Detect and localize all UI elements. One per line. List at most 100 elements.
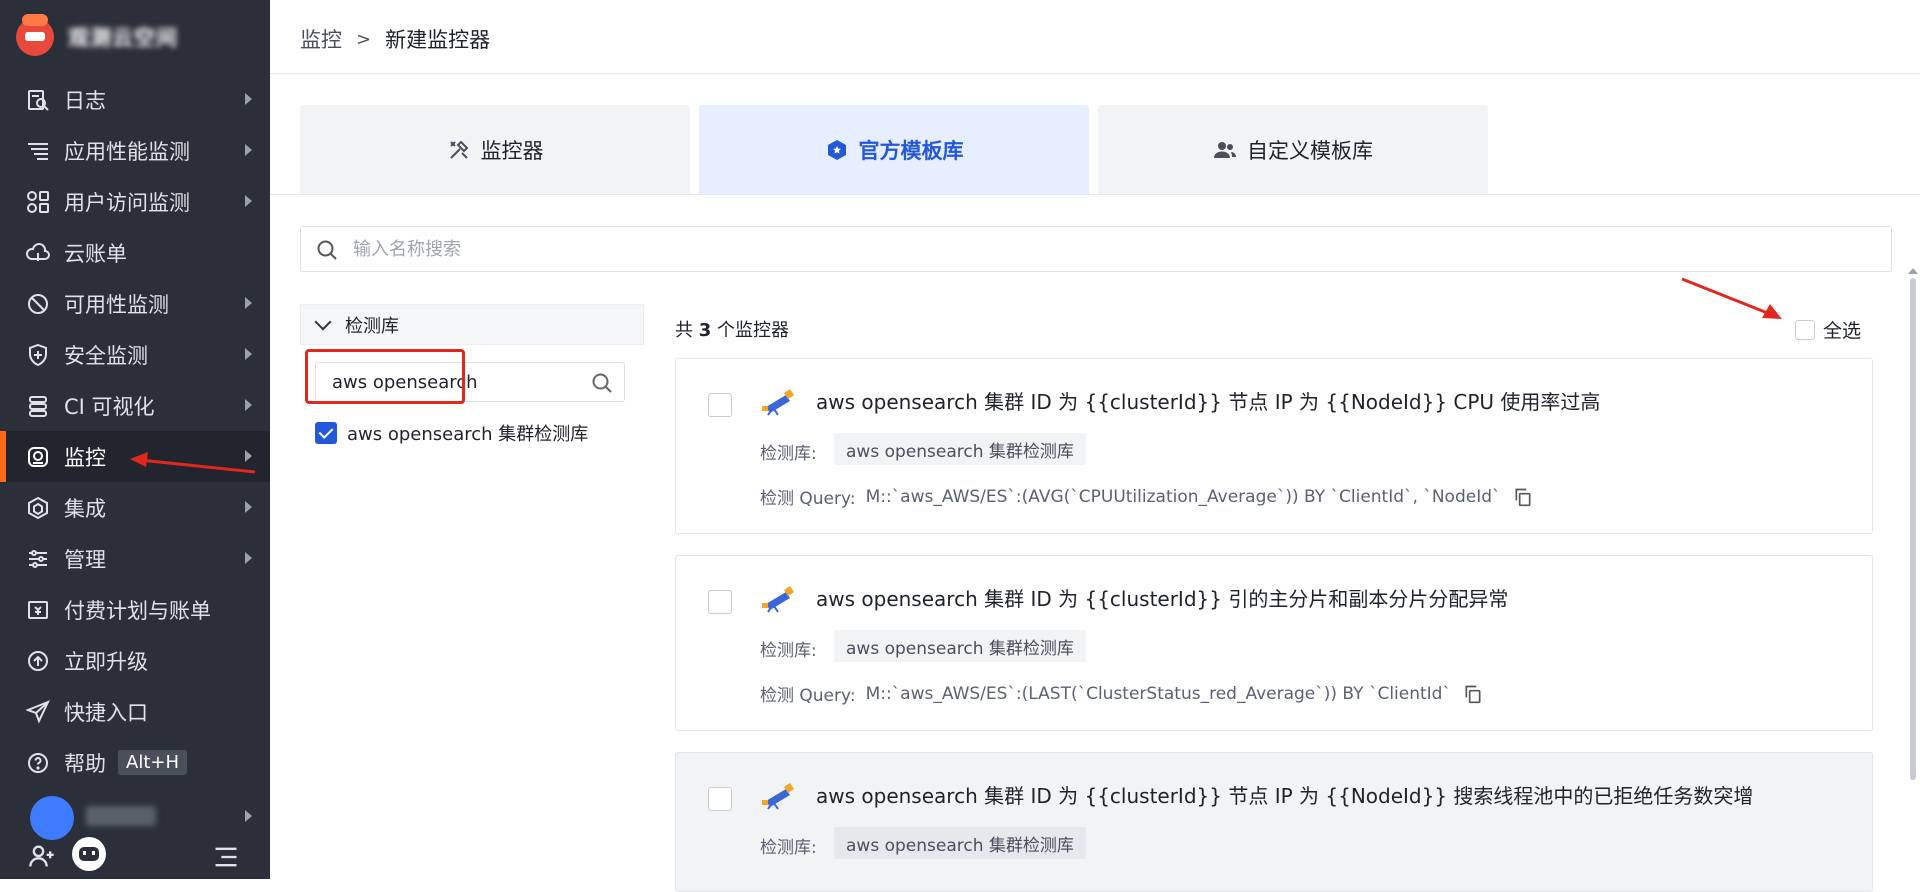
filter-option-label: aws opensearch 集群检测库 (347, 424, 589, 445)
annotation-arrow (1681, 277, 1782, 319)
sidebar-item-label: 日志 (64, 88, 106, 113)
settings-sliders-icon (26, 547, 50, 571)
breadcrumb-separator: > (356, 28, 372, 50)
name-search-box[interactable] (300, 226, 1892, 272)
billing-icon (26, 598, 50, 622)
main-content: 监控 > 新建监控器 监控器 官方模板库 自定义模板库 检测库 aws open… (270, 0, 1920, 892)
card-query-label: 检测 Query: (760, 489, 856, 509)
name-search-input[interactable] (351, 237, 1891, 261)
filter-option[interactable]: aws opensearch 集群检测库 (315, 420, 588, 446)
select-all-label: 全选 (1823, 320, 1862, 342)
card-lib-tag: aws opensearch 集群检测库 (834, 433, 1086, 465)
help-shortcut-badge: Alt+H (118, 750, 187, 775)
breadcrumb-current: 新建监控器 (385, 28, 491, 52)
select-all-checkbox[interactable] (1795, 319, 1815, 340)
card-checkbox[interactable] (708, 393, 732, 417)
brand-logo-icon[interactable] (16, 14, 54, 56)
search-icon (317, 240, 337, 260)
tab-label: 自定义模板库 (1247, 138, 1373, 163)
card-query-label: 检测 Query: (760, 686, 856, 706)
user-add-icon[interactable] (28, 842, 56, 870)
sidebar-item-monitor[interactable]: 监控 (0, 431, 270, 482)
shortcut-send-icon (26, 699, 50, 724)
chevron-right-icon (245, 810, 252, 822)
sidebar-item-label: 立即升级 (64, 649, 148, 674)
select-all[interactable]: 全选 (1795, 316, 1861, 343)
count-suffix: 个监控器 (717, 320, 789, 341)
header-divider (270, 73, 1920, 74)
search-icon[interactable] (590, 371, 614, 395)
tab-label: 官方模板库 (858, 138, 964, 163)
chevron-right-icon (245, 552, 252, 564)
sidebar-item-label: 快捷入口 (64, 700, 148, 725)
upgrade-icon (26, 649, 50, 673)
filter-lib-title: 检测库 (345, 315, 399, 337)
card-title[interactable]: aws opensearch 集群 ID 为 {{clusterId}} 节点 … (816, 780, 1753, 809)
chevron-right-icon (245, 144, 252, 156)
sidebar-header: 观测云空间 (0, 0, 270, 74)
tab-monitors[interactable]: 监控器 (300, 105, 690, 194)
scrollbar-thumb[interactable] (1910, 278, 1916, 780)
tabs-divider (270, 194, 1920, 195)
sidebar-item-help[interactable]: 帮助 Alt+H (0, 737, 270, 788)
copy-icon[interactable] (1463, 684, 1483, 704)
sidebar: 观测云空间 日志 应用性能监测 用户访问监测 云账单 可用性监测 安全监测 CI… (0, 0, 270, 879)
scroll-up-arrow[interactable] (1908, 268, 1918, 274)
breadcrumb: 监控 > 新建监控器 (300, 24, 490, 54)
sidebar-item-shortcut[interactable]: 快捷入口 (0, 686, 270, 737)
tab-official-templates[interactable]: 官方模板库 (699, 105, 1089, 194)
tab-label: 监控器 (480, 138, 544, 163)
checkbox-checked[interactable] (315, 422, 337, 444)
sidebar-item-manage[interactable]: 管理 (0, 533, 270, 584)
hexagon-badge-icon (827, 139, 846, 160)
apm-list-icon (26, 139, 50, 163)
tools-icon (449, 140, 468, 159)
cloud-bill-icon (26, 241, 50, 265)
sidebar-item-label: 可用性监测 (64, 292, 169, 317)
sidebar-item-security[interactable]: 安全监测 (0, 329, 270, 380)
card-query-text: M::`aws_AWS/ES`:(LAST(`ClusterStatus_red… (865, 683, 1451, 704)
tab-custom-templates[interactable]: 自定义模板库 (1098, 105, 1488, 194)
sidebar-item-cloud-bill[interactable]: 云账单 (0, 227, 270, 278)
filter-lib-search-input[interactable] (330, 370, 584, 394)
assistant-robot-icon[interactable] (72, 837, 106, 871)
sidebar-item-apm[interactable]: 应用性能监测 (0, 125, 270, 176)
user-name-redacted[interactable] (86, 806, 156, 826)
card-checkbox[interactable] (708, 787, 732, 811)
card-lib-label: 检测库: (760, 641, 817, 661)
card-title[interactable]: aws opensearch 集群 ID 为 {{clusterId}} 引的主… (816, 583, 1508, 612)
shield-icon (26, 343, 50, 367)
ci-icon (26, 394, 50, 418)
sidebar-item-label: 安全监测 (64, 343, 148, 368)
help-icon (26, 751, 50, 775)
sidebar-item-rum[interactable]: 用户访问监测 (0, 176, 270, 227)
copy-icon[interactable] (1513, 487, 1533, 507)
monitor-icon (26, 445, 50, 469)
breadcrumb-monitor-link[interactable]: 监控 (300, 24, 342, 54)
sidebar-item-billing[interactable]: 付费计划与账单 (0, 584, 270, 635)
sidebar-item-availability[interactable]: 可用性监测 (0, 278, 270, 329)
sidebar-item-log[interactable]: 日志 (0, 74, 270, 125)
monitor-card[interactable]: aws opensearch 集群 ID 为 {{clusterId}} 引的主… (675, 555, 1873, 731)
card-title[interactable]: aws opensearch 集群 ID 为 {{clusterId}} 节点 … (816, 386, 1600, 415)
chevron-down-icon (314, 313, 332, 330)
chevron-right-icon (245, 297, 252, 309)
sidebar-item-integration[interactable]: 集成 (0, 482, 270, 533)
chevron-right-icon (245, 348, 252, 360)
sidebar-item-label: 云账单 (64, 241, 127, 266)
log-search-icon (26, 88, 50, 112)
card-checkbox[interactable] (708, 590, 732, 614)
monitor-card[interactable]: aws opensearch 集群 ID 为 {{clusterId}} 节点 … (675, 752, 1873, 892)
workspace-name[interactable]: 观测云空间 (68, 22, 178, 52)
telescope-icon (762, 586, 794, 613)
filter-lib-header[interactable]: 检测库 (300, 304, 644, 345)
monitor-card[interactable]: aws opensearch 集群 ID 为 {{clusterId}} 节点 … (675, 358, 1873, 534)
collapse-menu-icon[interactable] (212, 843, 240, 871)
filter-lib-search-box[interactable] (315, 362, 625, 402)
sidebar-item-ci[interactable]: CI 可视化 (0, 380, 270, 431)
users-icon (1214, 141, 1236, 158)
avatar[interactable] (30, 796, 74, 840)
integration-icon (26, 496, 50, 520)
sidebar-item-upgrade[interactable]: 立即升级 (0, 635, 270, 686)
card-lib-tag: aws opensearch 集群检测库 (834, 630, 1086, 662)
